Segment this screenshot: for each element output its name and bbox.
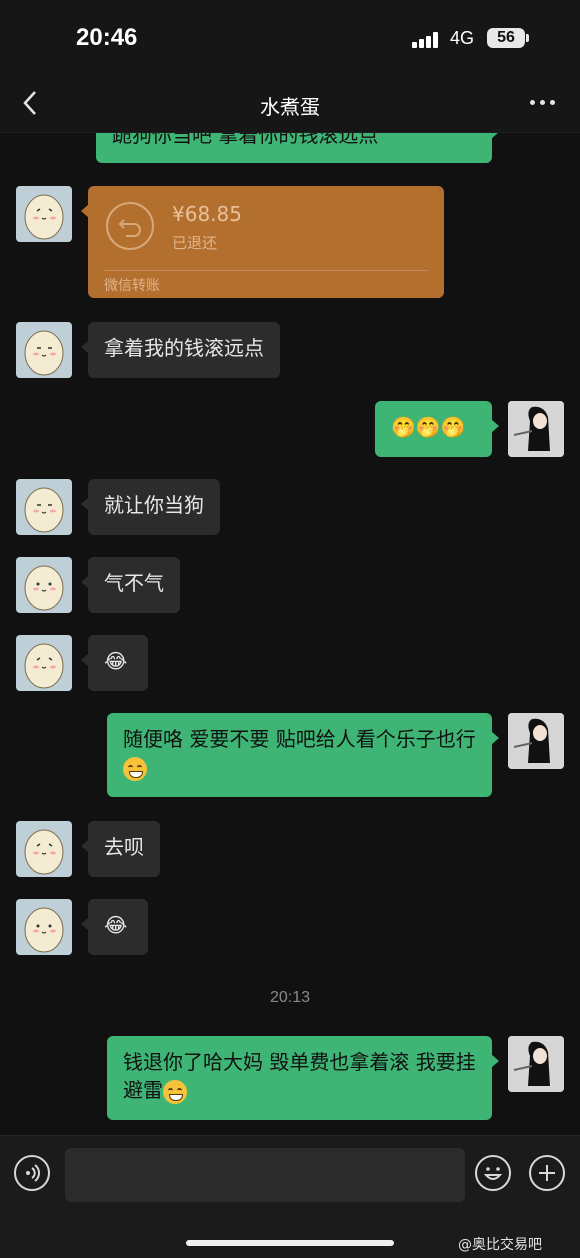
nav-bar: 水煮蛋 (0, 80, 580, 133)
more-options-icon[interactable] (530, 100, 556, 106)
contact-avatar[interactable] (16, 635, 72, 691)
chat-timestamp: 20:13 (269, 989, 311, 1006)
contact-avatar[interactable] (16, 186, 72, 242)
chat-area[interactable]: 跪狗你当吧 拿着你的钱滚远点 ¥68.85 已退还 微信转账 拿着我的钱滚远点 … (0, 133, 580, 1135)
message-text: 随便咯 爱要不要 贴吧给人看个乐子也行 (123, 727, 476, 751)
contact-avatar[interactable] (16, 479, 72, 535)
transfer-card[interactable]: ¥68.85 已退还 微信转账 (81, 186, 444, 298)
message-bubble-in[interactable]: 就让你当狗 (81, 479, 220, 535)
grin-emoji-icon (163, 1079, 187, 1104)
message-bubble-in[interactable]: 😂 (81, 635, 148, 691)
message-bubble-in[interactable]: 😂 (81, 899, 148, 955)
message-bubble-in[interactable]: 气不气 (81, 557, 180, 613)
contact-avatar[interactable] (16, 557, 72, 613)
battery-icon: 56 (487, 28, 525, 48)
message-bubble-out[interactable]: 随便咯 爱要不要 贴吧给人看个乐子也行 (107, 713, 499, 797)
grin-emoji-icon (123, 756, 147, 781)
message-bubble-out[interactable]: 🤭🤭🤭 (375, 401, 499, 457)
transfer-divider (104, 270, 428, 271)
contact-avatar[interactable] (16, 899, 72, 955)
home-indicator (186, 1240, 394, 1246)
signal-icon (412, 32, 442, 48)
battery-tip (526, 34, 529, 42)
transfer-amount: ¥68.85 (172, 202, 242, 226)
message-input[interactable] (65, 1148, 465, 1202)
emoji-picker-icon[interactable] (475, 1155, 511, 1191)
status-bar: 20:46 4G 56 (0, 0, 580, 80)
chat-title: 水煮蛋 (260, 95, 320, 119)
contact-avatar[interactable] (16, 821, 72, 877)
contact-avatar[interactable] (16, 322, 72, 378)
input-bar: @奥比交易吧 (0, 1135, 580, 1258)
message-bubble-in[interactable]: 拿着我的钱滚远点 (81, 322, 280, 378)
message-bubble-out[interactable]: 钱退你了哈大妈 毁单费也拿着滚 我要挂避雷 (107, 1036, 499, 1120)
watermark: @奥比交易吧 (458, 1237, 542, 1253)
voice-input-icon[interactable] (14, 1155, 50, 1191)
my-avatar[interactable] (508, 713, 564, 769)
plus-icon[interactable] (529, 1155, 565, 1191)
network-type: 4G (450, 28, 475, 48)
my-avatar[interactable] (508, 401, 564, 457)
status-time: 20:46 (76, 24, 138, 51)
transfer-label: 微信转账 (104, 278, 160, 294)
message-bubble-out[interactable]: 跪狗你当吧 拿着你的钱滚远点 (96, 133, 499, 163)
refund-icon (106, 202, 154, 250)
transfer-status: 已退还 (172, 234, 218, 252)
message-bubble-in[interactable]: 去呗 (81, 821, 160, 877)
my-avatar[interactable] (508, 1036, 564, 1092)
